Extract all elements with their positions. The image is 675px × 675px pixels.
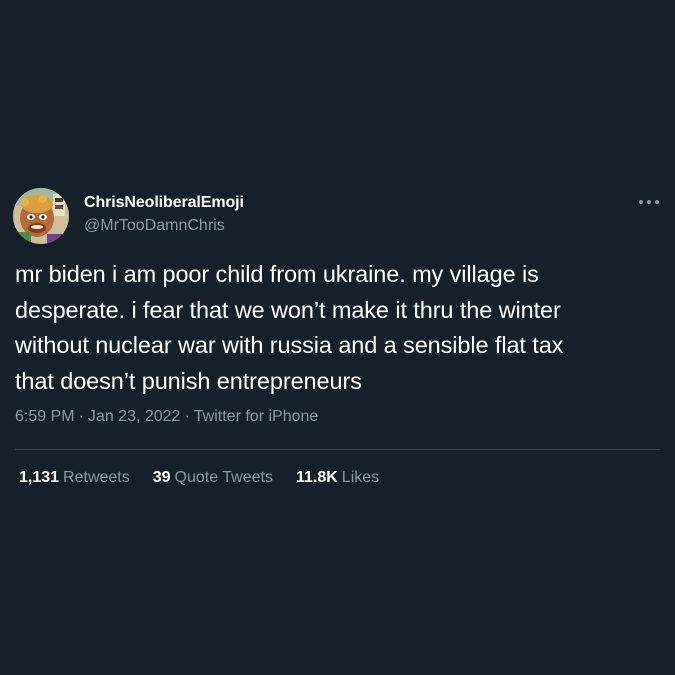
user-handle[interactable]: @MrTooDamnChris xyxy=(84,217,225,235)
tweet-text: mr biden i am poor child from ukraine. m… xyxy=(15,261,564,394)
retweets-stat[interactable]: 1,131 Retweets xyxy=(19,469,130,487)
quote-tweets-label: Quote Tweets xyxy=(174,469,273,486)
dot xyxy=(655,200,659,204)
tweet-time[interactable]: 6:59 PM xyxy=(15,408,75,425)
tweet-card: ChrisNeoliberalEmoji @MrTooDamnChris mr … xyxy=(0,0,675,675)
cartoon-face-avatar-icon xyxy=(13,188,69,244)
separator: · xyxy=(184,408,190,425)
likes-stat[interactable]: 11.8K Likes xyxy=(296,469,379,487)
retweets-count: 1,131 xyxy=(19,469,60,486)
dot xyxy=(639,200,643,204)
divider xyxy=(15,449,660,450)
retweets-label: Retweets xyxy=(63,469,130,486)
likes-count: 11.8K xyxy=(295,469,338,486)
user-avatar[interactable] xyxy=(13,188,69,244)
more-dots-icon[interactable] xyxy=(636,192,662,212)
dot xyxy=(647,200,651,204)
tweet-metadata: 6:59 PM · Jan 23, 2022 · Twitter for iPhone xyxy=(15,408,318,426)
quote-tweets-stat[interactable]: 39 Quote Tweets xyxy=(153,469,273,487)
engagement-stats: 1,131 Retweets 39 Quote Tweets 11.8K Likes xyxy=(19,469,379,487)
quote-tweets-count: 39 xyxy=(152,469,171,486)
tweet-date[interactable]: Jan 23, 2022 xyxy=(88,408,181,425)
tweet-source[interactable]: Twitter for iPhone xyxy=(194,408,319,425)
likes-label: Likes xyxy=(341,469,380,486)
display-name[interactable]: ChrisNeoliberalEmoji xyxy=(84,194,244,212)
separator: · xyxy=(78,408,84,425)
